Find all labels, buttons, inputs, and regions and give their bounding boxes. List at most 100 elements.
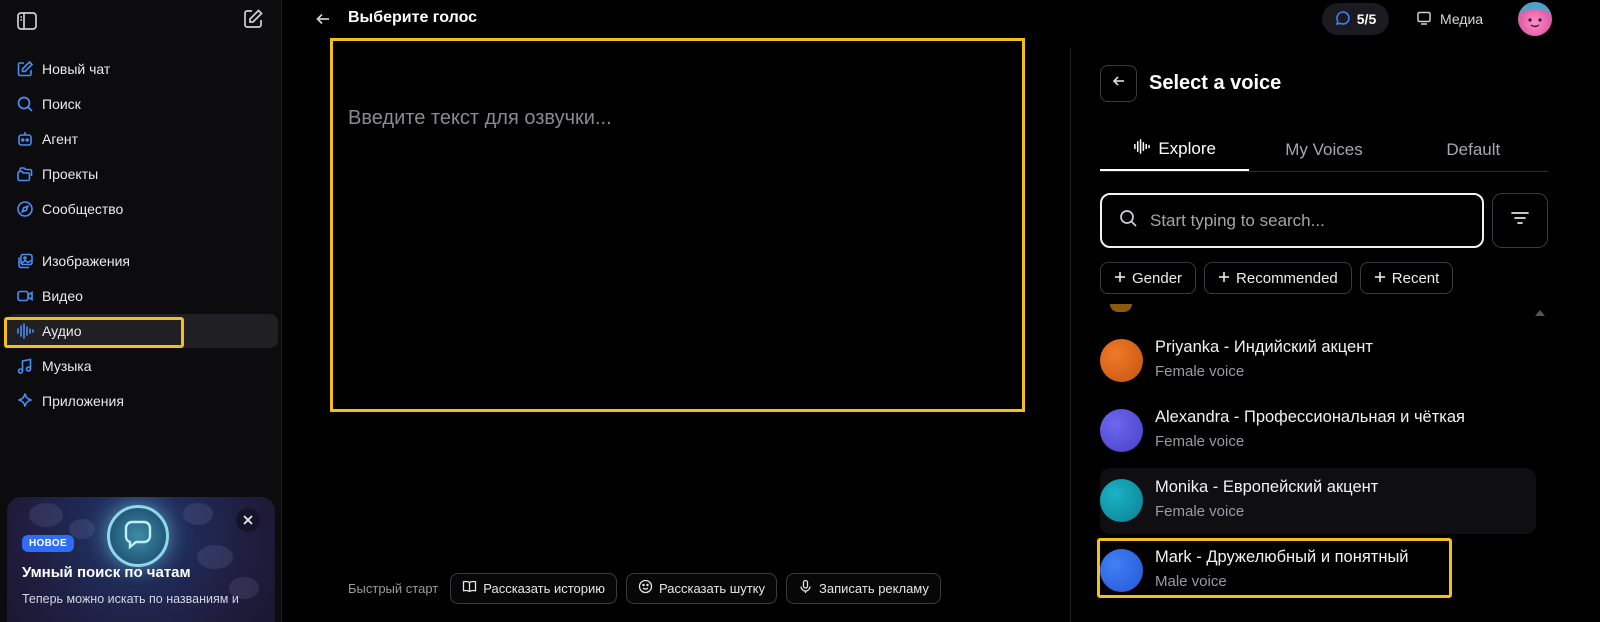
sidebar-item-new-chat[interactable]: Новый чат [6, 52, 278, 86]
chip-label: Recommended [1236, 269, 1338, 287]
tab-explore[interactable]: Explore [1100, 128, 1250, 171]
sidebar-item-projects[interactable]: Проекты [6, 157, 278, 191]
voice-avatar [1100, 549, 1143, 592]
tell-joke-label: Рассказать шутку [659, 580, 766, 596]
video-icon [16, 287, 34, 305]
tts-text-input[interactable] [348, 107, 1008, 397]
sidebar-item-images[interactable]: Изображения [6, 244, 278, 278]
voice-avatar [1100, 479, 1143, 522]
images-icon [16, 252, 34, 270]
decor-bubble [197, 545, 233, 569]
sidebar-item-search[interactable]: Поиск [6, 87, 278, 121]
voice-name: Alexandra - Профессиональная и чёткая [1155, 408, 1465, 426]
credits-badge[interactable]: 5/5 [1322, 3, 1389, 35]
chat-bubble-icon [1335, 10, 1351, 29]
sidebar-item-label: Аудио [42, 323, 82, 339]
page-title: Выберите голос [348, 9, 478, 26]
sidebar-item-label: Проекты [42, 166, 99, 182]
tab-my-voices[interactable]: My Voices [1249, 128, 1398, 171]
tab-default[interactable]: Default [1399, 128, 1548, 171]
voice-avatar [1100, 409, 1143, 452]
tell-joke-button[interactable]: Рассказать шутку [626, 572, 778, 604]
voice-item-monika[interactable]: Monika - Европейский акцент Female voice [1100, 468, 1536, 534]
voice-type: Male voice [1155, 573, 1227, 590]
sidebar-item-label: Видео [42, 288, 83, 304]
filter-icon [1509, 207, 1531, 234]
audio-wave-icon [1133, 138, 1151, 160]
sidebar-item-label: Агент [42, 131, 79, 147]
search-icon [1118, 208, 1138, 233]
pencil-square-icon [16, 60, 34, 78]
search-icon [16, 95, 34, 113]
magnifier-chat-icon [107, 505, 169, 567]
sidebar-item-label: Новый чат [42, 61, 111, 77]
filter-chips: Gender Recommended Recent [1100, 262, 1454, 294]
tell-story-label: Рассказать историю [483, 580, 606, 596]
sidebar-item-music[interactable]: Музыка [6, 349, 278, 383]
chip-gender[interactable]: Gender [1100, 262, 1197, 294]
voice-list: Priyanka - Индийский акцент Female voice… [1100, 296, 1548, 622]
robot-icon [16, 130, 34, 148]
sidebar: Новый чат Поиск Агент Проекты Сообщество… [0, 0, 282, 622]
voice-item-priyanka[interactable]: Priyanka - Индийский акцент Female voice [1100, 330, 1536, 396]
sidebar-item-label: Приложения [42, 393, 124, 409]
sidebar-item-label: Сообщество [42, 201, 124, 217]
quick-start-bar: Быстрый старт Рассказать историю Рассказ… [348, 572, 941, 604]
promo-card[interactable]: НОВОЕ Умный поиск по чатам Теперь можно … [7, 497, 275, 622]
media-icon [1416, 10, 1432, 29]
voice-item-mark[interactable]: Mark - Дружелюбный и понятный Male voice [1100, 540, 1536, 606]
plus-icon [1218, 270, 1230, 287]
sidebar-item-audio[interactable]: Аудио [6, 314, 278, 348]
tts-text-area [330, 38, 1025, 412]
sidebar-item-agent[interactable]: Агент [6, 122, 278, 156]
voice-panel-title: Select a voice [1149, 72, 1282, 94]
panel-divider [1070, 48, 1071, 622]
new-chat-compose-icon[interactable] [242, 8, 264, 30]
folders-icon [16, 165, 34, 183]
tab-label: My Voices [1285, 139, 1363, 159]
sidebar-item-apps[interactable]: Приложения [6, 384, 278, 418]
sidebar-item-video[interactable]: Видео [6, 279, 278, 313]
voice-name: Monika - Европейский акцент [1155, 478, 1379, 496]
voice-tabs: Explore My Voices Default [1100, 128, 1548, 172]
voice-search-box [1100, 193, 1484, 248]
sparkle-icon [16, 392, 34, 410]
record-ad-button[interactable]: Записать рекламу [786, 572, 941, 604]
voice-item-alexandra[interactable]: Alexandra - Профессиональная и чёткая Fe… [1100, 400, 1536, 466]
tell-story-button[interactable]: Рассказать историю [450, 572, 618, 604]
voice-type: Female voice [1155, 363, 1245, 380]
audio-wave-icon [16, 322, 34, 340]
promo-title: Умный поиск по чатам [22, 564, 191, 581]
quick-start-label: Быстрый старт [348, 580, 439, 596]
sidebar-toggle-icon[interactable] [16, 10, 38, 32]
voice-type: Female voice [1155, 433, 1245, 450]
chip-recent[interactable]: Recent [1359, 262, 1454, 294]
book-icon [462, 579, 477, 597]
smile-icon [638, 579, 653, 597]
record-ad-label: Записать рекламу [819, 580, 929, 596]
microphone-icon [798, 579, 813, 597]
filter-button[interactable] [1492, 193, 1548, 248]
decor-bubble [183, 503, 213, 525]
sidebar-item-community[interactable]: Сообщество [6, 192, 278, 226]
promo-description: Теперь можно искать по названиям и [22, 592, 239, 606]
voice-name: Mark - Дружелюбный и понятный [1155, 548, 1409, 566]
sidebar-item-label: Музыка [42, 358, 92, 374]
decor-bubble [29, 503, 63, 527]
tab-label: Explore [1158, 138, 1216, 158]
voice-avatar [1100, 339, 1143, 382]
music-note-icon [16, 357, 34, 375]
close-icon[interactable] [236, 508, 260, 532]
voice-panel-back-button[interactable] [1100, 65, 1137, 102]
avatar[interactable] [1518, 2, 1552, 36]
new-badge: НОВОЕ [22, 535, 74, 552]
media-button[interactable]: Медиа [1416, 8, 1483, 30]
chip-recommended[interactable]: Recommended [1204, 262, 1352, 294]
voice-type: Female voice [1155, 503, 1245, 520]
back-arrow-icon[interactable] [314, 10, 332, 28]
sidebar-nav: Новый чат Поиск Агент Проекты Сообщество… [6, 52, 278, 419]
tab-label: Default [1446, 139, 1501, 159]
voice-search-input[interactable] [1150, 210, 1470, 231]
chip-label: Gender [1132, 269, 1183, 287]
